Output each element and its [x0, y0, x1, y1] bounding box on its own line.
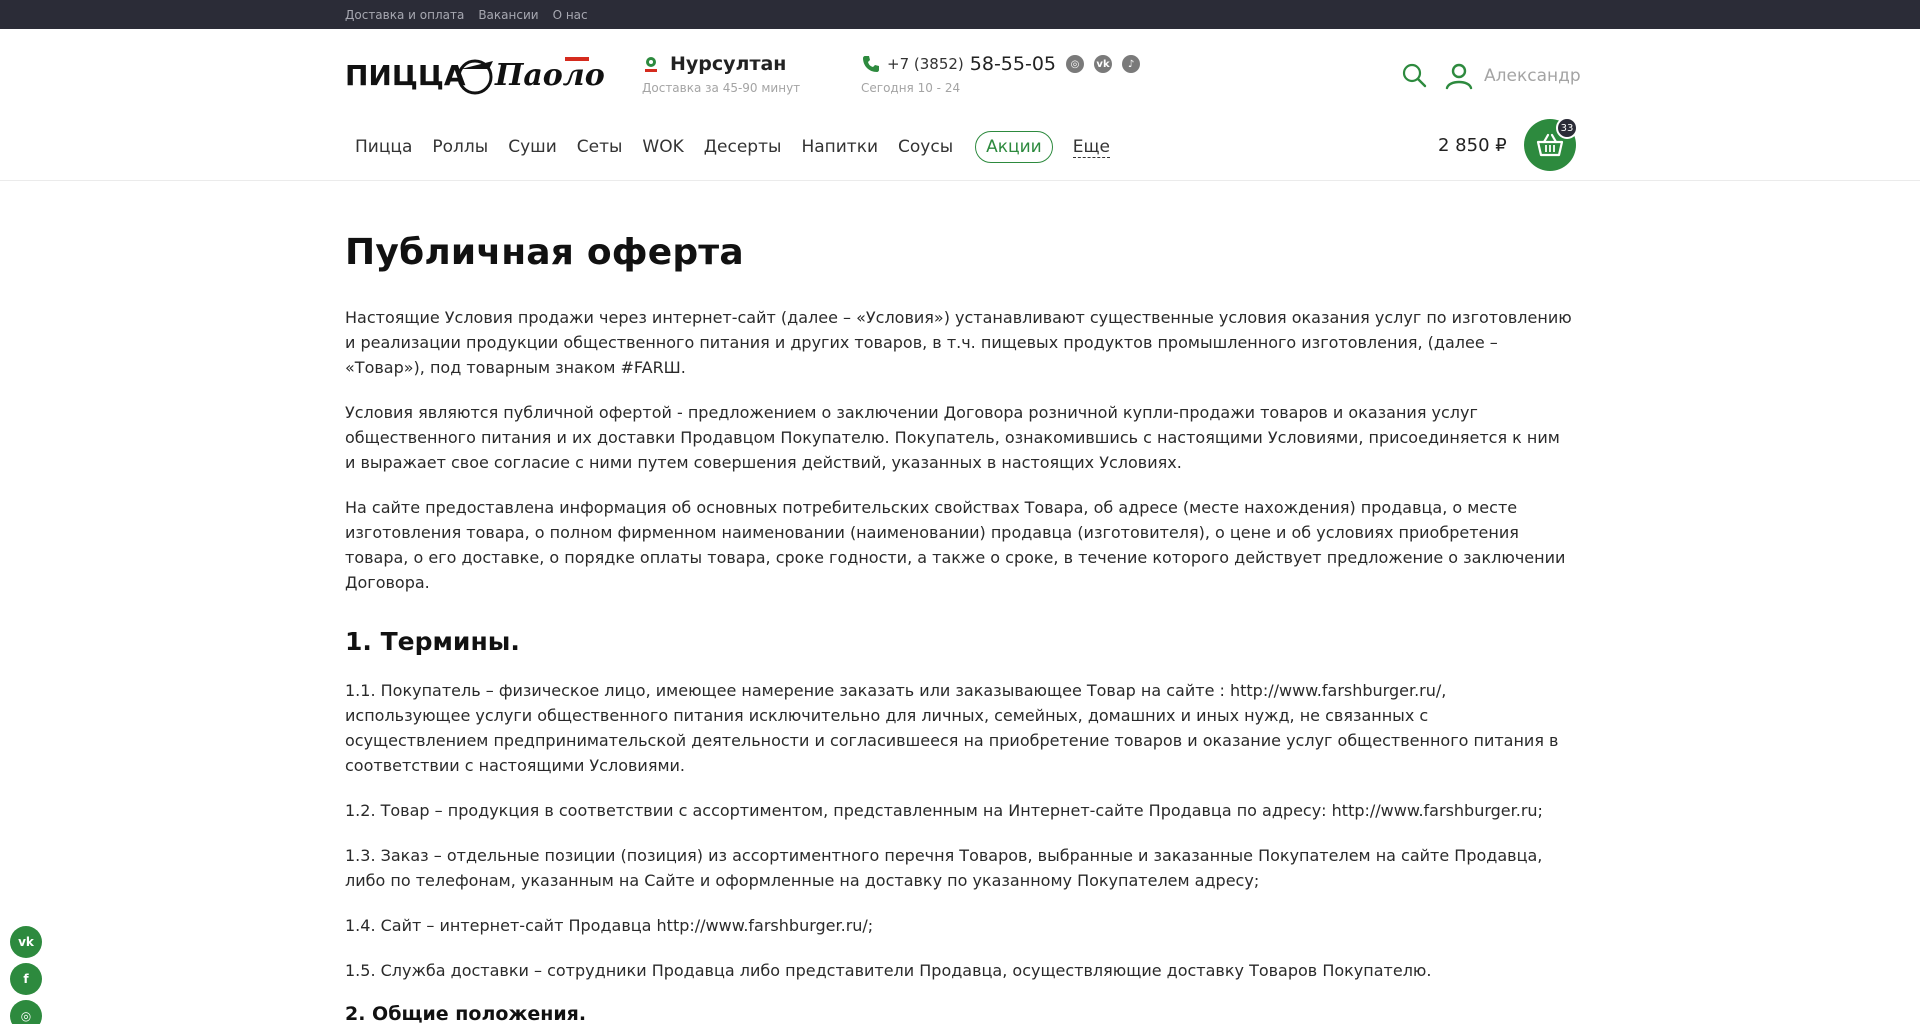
nav-item-sets[interactable]: Сеты [567, 137, 633, 157]
nav-item-pizza[interactable]: Пицца [345, 137, 422, 157]
phone-icon [863, 56, 879, 72]
link-delivery[interactable]: Доставка и оплата [345, 8, 464, 22]
nav-item-desserts[interactable]: Десерты [694, 137, 792, 157]
section-title-terms: 1. Термины. [345, 627, 520, 656]
intro-paragraph: На сайте предоставлена информация об осн… [345, 498, 1566, 592]
instagram-icon[interactable]: ◎ [1066, 55, 1085, 73]
logo-text-2: Паоло [494, 58, 605, 93]
tiktok-icon[interactable]: ♪ [1122, 55, 1141, 73]
nav-item-promo[interactable]: Акции [975, 131, 1053, 163]
vk-icon[interactable]: vk [10, 926, 42, 958]
cart-button[interactable]: 33 [1524, 117, 1578, 171]
delivery-time: Доставка за 45-90 минут [642, 81, 801, 95]
facebook-icon[interactable]: f [10, 963, 42, 995]
user-account[interactable]: Александр [1444, 61, 1581, 91]
nav-item-sushi[interactable]: Суши [498, 137, 567, 157]
nav-item-rolls[interactable]: Роллы [422, 137, 498, 157]
cart-count-badge: 33 [1556, 117, 1578, 139]
logo[interactable]: ПИЦЦА Паоло [345, 47, 605, 103]
instagram-icon[interactable]: ◎ [10, 1000, 42, 1024]
nav-item-more[interactable]: Еще [1072, 137, 1110, 158]
user-name: Александр [1484, 66, 1581, 86]
terms-paragraph: 1.5. Служба доставки – сотрудники Продав… [345, 961, 1432, 980]
section-title-general: 2. Общие положения. [345, 1003, 587, 1024]
cart-total[interactable]: 2 850 ₽ [1438, 135, 1507, 156]
logo-text-1: ПИЦЦА [345, 59, 466, 92]
top-bar: Доставка и оплата Вакансии О нас [0, 0, 1920, 29]
nav-item-sauces[interactable]: Соусы [888, 137, 963, 157]
intro-paragraph: Условия являются публичной офертой - пре… [345, 403, 1560, 472]
link-vacancies[interactable]: Вакансии [478, 8, 538, 22]
top-links: Доставка и оплата Вакансии О нас [345, 0, 588, 29]
terms-paragraph: 1.2. Товар – продукция в соответствии с … [345, 801, 1543, 820]
phone-number[interactable]: 58-55-05 [970, 53, 1056, 75]
intro-paragraph: Настоящие Условия продажи через интернет… [345, 308, 1572, 377]
logo-flag-icon [565, 57, 589, 61]
site-header: ПИЦЦА Паоло Нурсултан Доставка за 45-90 … [0, 29, 1920, 181]
search-icon[interactable] [1400, 61, 1428, 89]
link-about[interactable]: О нас [553, 8, 588, 22]
main-content: Публичная оферта Настоящие Условия прода… [345, 232, 1575, 1024]
main-nav: Пицца Роллы Суши Сеты WOK Десерты Напитк… [345, 129, 1110, 165]
phone-prefix[interactable]: +7 (3852) [887, 55, 964, 73]
phone-block: +7 (3852) 58-55-05 ◎ vk ♪ Сегодня 10 - 2… [861, 53, 1141, 95]
vk-icon[interactable]: vk [1094, 55, 1113, 73]
nav-item-wok[interactable]: WOK [632, 137, 693, 157]
working-hours: Сегодня 10 - 24 [861, 81, 961, 95]
terms-paragraph: 1.4. Сайт – интернет-сайт Продавца http:… [345, 916, 874, 935]
nav-item-drinks[interactable]: Напитки [791, 137, 888, 157]
terms-paragraph: 1.1. Покупатель – физическое лицо, имеющ… [345, 681, 1559, 775]
city-block[interactable]: Нурсултан Доставка за 45-90 минут [642, 53, 800, 95]
city-name: Нурсултан [670, 53, 787, 75]
location-pin-icon [645, 57, 657, 72]
terms-paragraph: 1.3. Заказ – отдельные позиции (позиция)… [345, 846, 1543, 890]
user-icon [1445, 63, 1473, 90]
page-title: Публичная оферта [345, 232, 744, 273]
